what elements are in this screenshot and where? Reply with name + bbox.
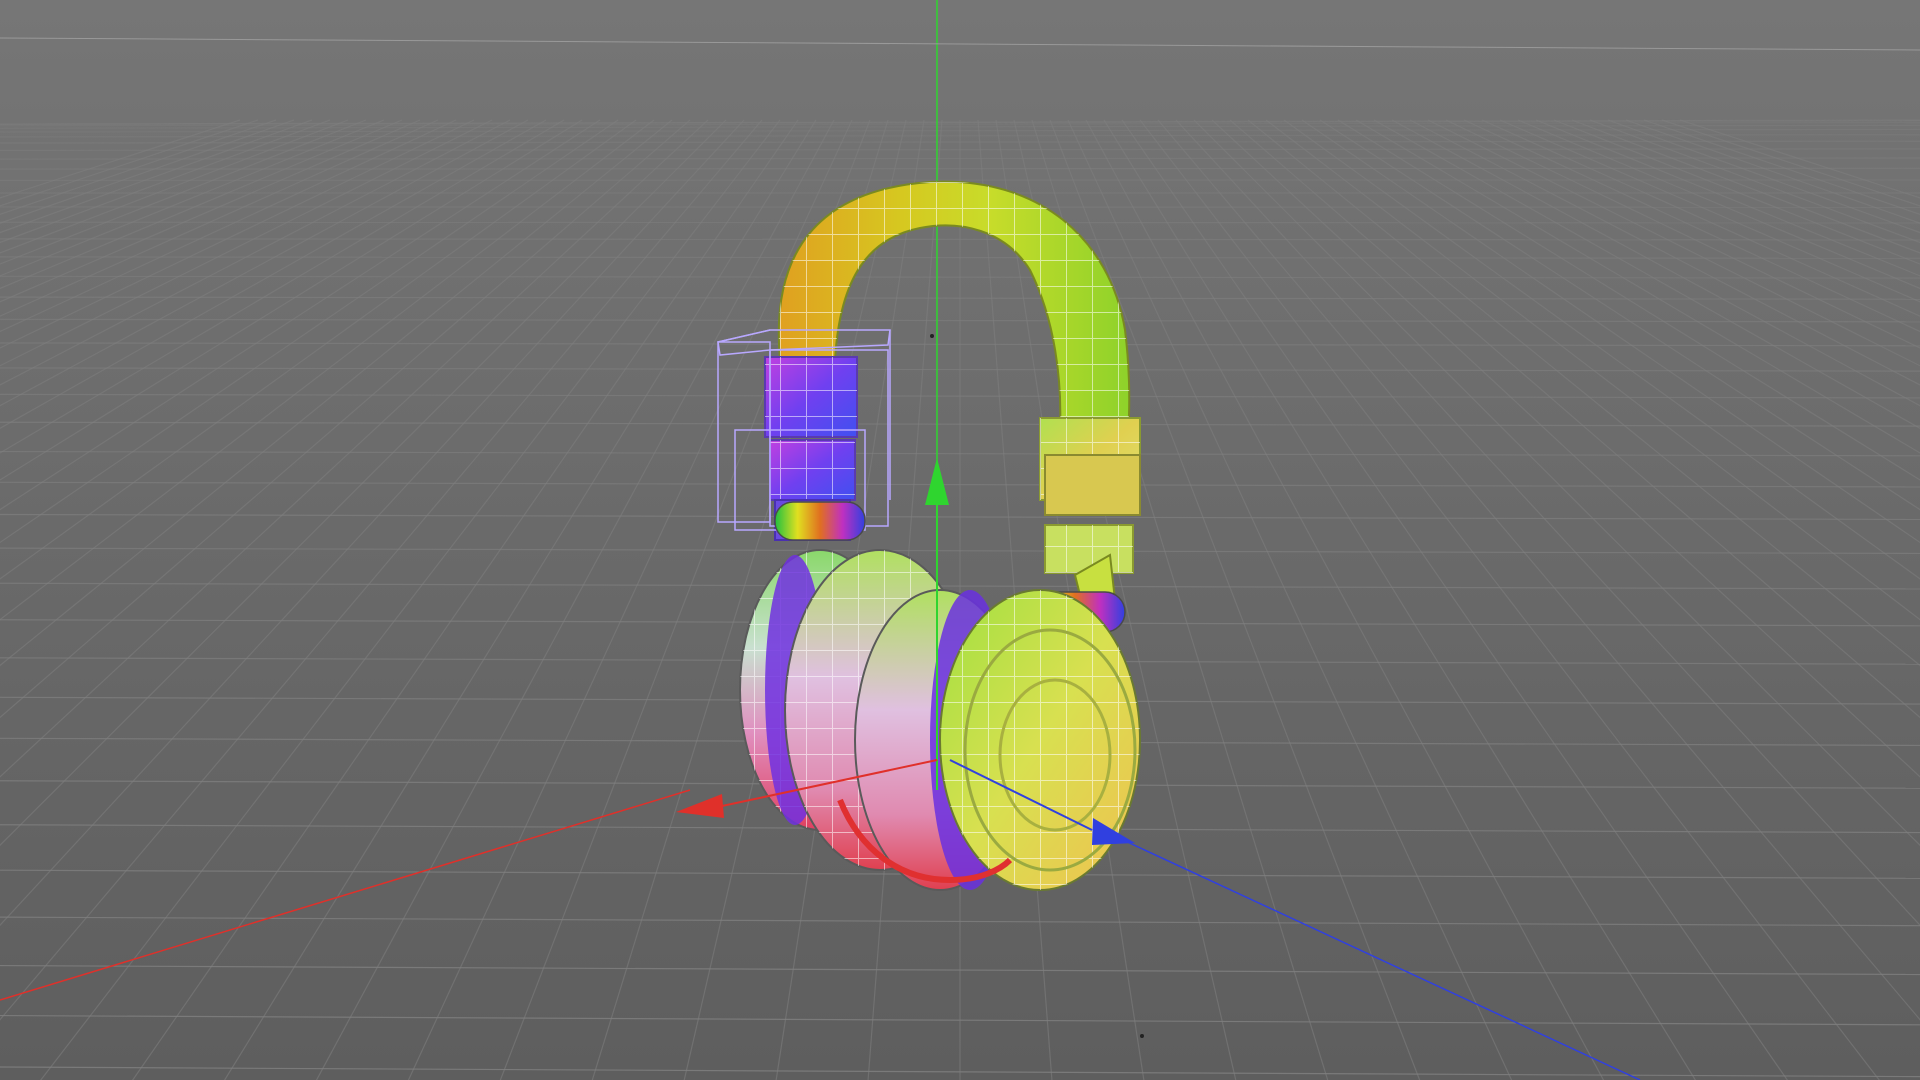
- pivot-dot: [930, 334, 934, 338]
- left-hinge[interactable]: [774, 501, 866, 541]
- left-slider-upper-checker: [765, 357, 857, 437]
- viewport-canvas[interactable]: [0, 0, 1920, 1080]
- right-slider-end-checker: [1045, 525, 1133, 573]
- left-slider-lower-checker: [770, 440, 855, 500]
- right-slider-lower[interactable]: [1044, 454, 1141, 516]
- stray-vertex-dot: [1140, 1034, 1144, 1038]
- 3d-viewport[interactable]: [0, 0, 1920, 1080]
